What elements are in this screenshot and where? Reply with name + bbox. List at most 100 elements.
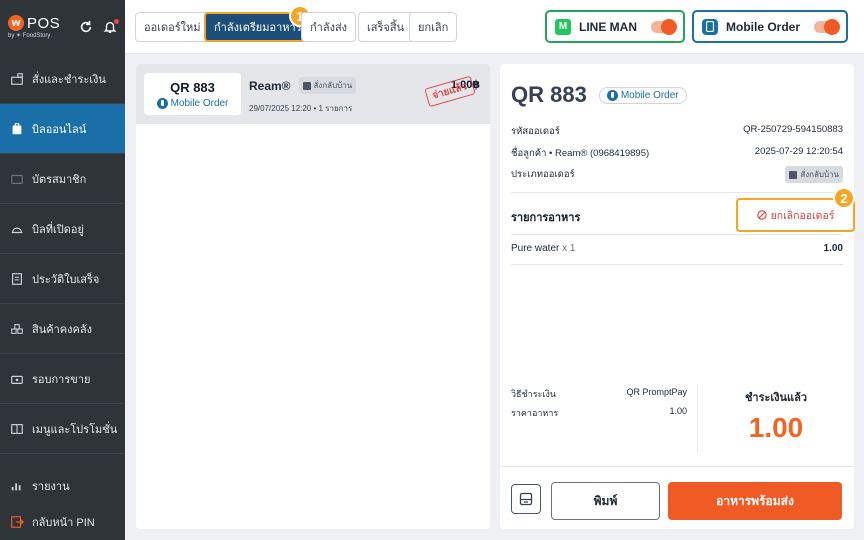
order-type-row: ประเภทออเดอร์ สั่งกลับบ้าน (511, 166, 843, 183)
notification-dot (114, 19, 119, 24)
order-id-label: รหัสออเดอร์ (511, 126, 560, 137)
exit-icon (11, 516, 24, 528)
receipt-icon (12, 272, 22, 285)
payment-method-value: QR PromptPay (626, 387, 687, 397)
channel-mobile-order[interactable]: Mobile Order (692, 10, 849, 43)
order-id-row: รหัสออเดอร์ QR-250729-594150883 (511, 124, 843, 139)
dish-icon (11, 227, 23, 233)
divider (511, 264, 843, 265)
payment-summary: วิธีชำระเงิน QR PromptPay ราคาอาหาร 1.00 (511, 387, 687, 425)
food-item-amount: 1.00 (823, 243, 843, 254)
food-price-value: 1.00 (669, 406, 687, 416)
mobile-order-icon (156, 97, 168, 109)
sidebar-item-reports[interactable]: รายงาน (0, 468, 125, 504)
takeaway-bag-icon (789, 170, 798, 179)
brand-bar: w POS by ✶ FoodStory (0, 0, 125, 54)
sidebar-item-order-payment[interactable]: สั่งและชำระเงิน (0, 54, 125, 104)
detail-channel-tag: Mobile Order (598, 86, 687, 104)
tab-new-orders[interactable]: ออเดอร์ใหม่ (135, 12, 210, 42)
cancel-icon (756, 210, 767, 220)
order-detail-panel: QR 883 Mobile Order รหัสออเดอร์ QR-25072… (500, 64, 855, 529)
lineman-icon: M (555, 18, 571, 35)
sidebar-item-label: รายงาน (32, 481, 70, 493)
divider (511, 234, 843, 235)
callout-badge-2: 2 (833, 187, 855, 209)
order-list-panel: QR 883 Mobile Order Ream® สั่งกลับบ้าน 2… (136, 64, 490, 529)
bar-chart-icon (11, 483, 21, 491)
mobile-order-icon (606, 89, 618, 101)
sidebar-nav: สั่งและชำระเงิน บิลออนไลน์ บัตรสมาชิก บิ… (0, 54, 125, 454)
order-type-row-label: ประเภทออเดอร์ (511, 169, 575, 180)
print-button[interactable]: พิมพ์ (551, 482, 660, 520)
channel-lineman-label: LINE MAN (579, 19, 637, 34)
channel-mobile-label: Mobile Order (726, 19, 801, 34)
order-channel-label: Mobile Order (170, 97, 229, 109)
mobile-phone-icon (702, 18, 718, 35)
order-code: QR 883 (170, 79, 215, 95)
customer-row: ชื่อลูกค้า • Ream® (0968419895) 2025-07-… (511, 146, 843, 161)
divider (511, 192, 843, 193)
sidebar-item-online-bills[interactable]: บิลออนไลน์ (0, 104, 125, 154)
sidebar-item-sales-shift[interactable]: รอบการขาย (0, 354, 125, 404)
sidebar-item-label: บัตรสมาชิก (32, 173, 87, 186)
lineman-toggle[interactable] (651, 18, 677, 35)
pos-terminal-icon (11, 72, 23, 85)
sidebar-item-menu-promotions[interactable]: เมนูและโปรโมชั่น (0, 404, 125, 454)
payment-method-label: วิธีชำระเงิน (511, 389, 556, 399)
sidebar-item-member-cards[interactable]: บัตรสมาชิก (0, 154, 125, 204)
logo-name: POS (27, 14, 61, 32)
sidebar: w POS by ✶ FoodStory สั่งและชำระเงิน บิล… (0, 0, 125, 540)
cash-drawer-icon (519, 492, 533, 506)
order-channel-tag: Mobile Order (156, 97, 229, 109)
cancel-order-label: ยกเลิกออเดอร์ (770, 209, 835, 222)
paid-label: ชำระเงินแล้ว (744, 392, 808, 404)
sidebar-item-label: เมนูและโปรโมชั่น (32, 423, 118, 436)
detail-channel-label: Mobile Order (620, 89, 679, 101)
food-item-qty: x 1 (562, 243, 576, 254)
sidebar-item-label: บิลออนไลน์ (32, 123, 87, 136)
card-icon (11, 174, 23, 184)
detail-title: QR 883 (511, 82, 587, 107)
customer-label: ชื่อลูกค้า • Ream® (0968419895) (511, 148, 650, 159)
sidebar-item-label: ประวัติใบเสร็จ (32, 273, 100, 286)
bell-icon[interactable] (103, 19, 119, 34)
customer-name: Ream® (249, 78, 291, 93)
bag-icon (12, 122, 22, 134)
action-bar: พิมพ์ อาหารพร้อมส่ง (500, 466, 854, 529)
tab-completed[interactable]: เสร็จสิ้น (358, 12, 414, 42)
refresh-icon[interactable] (79, 20, 93, 34)
order-type-badge: สั่งกลับบ้าน (785, 166, 843, 183)
foodstory-logo: w POS by ✶ FoodStory (8, 15, 60, 39)
tab-cancelled[interactable]: ยกเลิก (409, 12, 458, 42)
sidebar-item-back-to-pin[interactable]: กลับหน้า PIN (0, 504, 125, 540)
logo-mark: w (8, 15, 24, 31)
cash-drawer-button[interactable] (511, 484, 541, 514)
sidebar-item-label: สั่งและชำระเงิน (32, 73, 106, 86)
paid-amount: 1.00 (748, 412, 804, 443)
food-item-row: Pure water x 1 1.00 (511, 243, 843, 254)
sidebar-item-inventory[interactable]: สินค้าคงคลัง (0, 304, 125, 354)
order-type-label: สั่งกลับบ้าน (313, 81, 353, 90)
food-item-name: Pure water (511, 243, 560, 254)
sidebar-item-open-bills[interactable]: บิลที่เปิดอยู่ (0, 204, 125, 254)
tab-delivering[interactable]: กำลังส่ง (301, 12, 357, 42)
takeaway-bag-icon (302, 81, 311, 90)
food-ready-button[interactable]: อาหารพร้อมส่ง (668, 482, 842, 520)
paid-stamp: จ่ายแล้ว (424, 75, 476, 108)
mobile-order-toggle[interactable] (814, 18, 841, 35)
food-price-label: ราคาอาหาร (511, 408, 559, 418)
boxes-icon (11, 323, 23, 334)
items-title: รายการอาหาร (511, 212, 581, 224)
order-meta: 29/07/2025 12:20 • 1 รายการ (249, 104, 353, 113)
sidebar-item-label: บิลที่เปิดอยู่ (32, 223, 84, 236)
sidebar-item-label: รอบการขาย (32, 373, 91, 386)
cash-register-icon (11, 375, 23, 384)
order-type-value: สั่งกลับบ้าน (800, 170, 839, 179)
sidebar-item-receipt-history[interactable]: ประวัติใบเสร็จ (0, 254, 125, 304)
logo-sub: by ✶ FoodStory (8, 33, 51, 39)
sidebar-item-label: กลับหน้า PIN (32, 517, 95, 529)
channel-lineman[interactable]: M LINE MAN (545, 10, 685, 43)
order-list-item[interactable]: QR 883 Mobile Order Ream® สั่งกลับบ้าน 2… (136, 64, 490, 124)
order-code-box: QR 883 Mobile Order (144, 73, 241, 115)
order-datetime: 2025-07-29 12:20:54 (754, 146, 843, 157)
